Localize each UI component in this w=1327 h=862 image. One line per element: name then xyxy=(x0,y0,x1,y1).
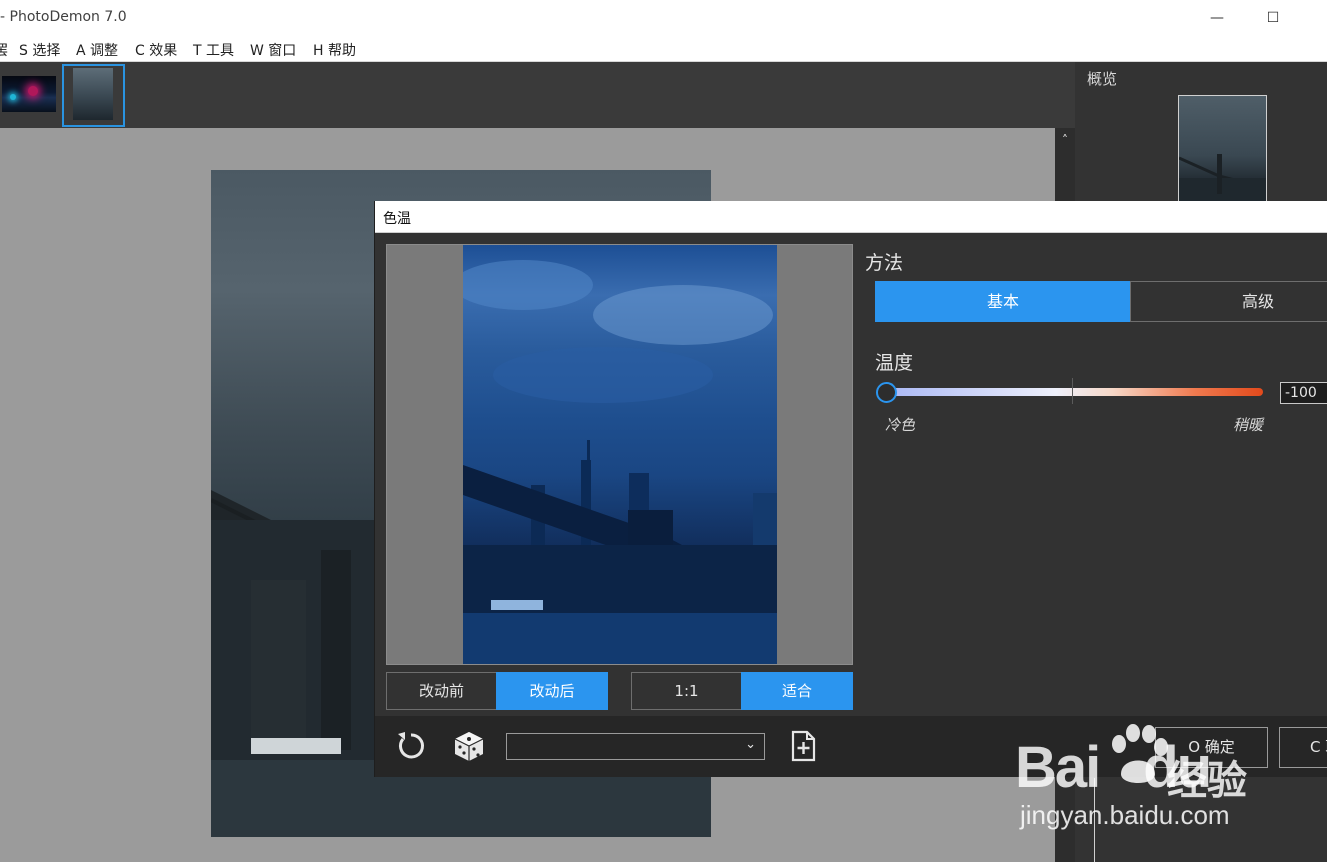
before-button[interactable]: 改动前 xyxy=(386,672,497,710)
color-temperature-dialog: 色温 改动前 改动后 1:1 适合 方法 基本 高级 温度 -100 冷色 稍暖… xyxy=(374,201,1327,777)
zoom-1-1-button[interactable]: 1:1 xyxy=(631,672,742,710)
rotate-reset-icon[interactable] xyxy=(393,728,429,764)
menu-adjust[interactable]: A 调整 xyxy=(76,40,118,60)
baidu-watermark: Bai du 经验 jingyan.baidu.com xyxy=(1015,722,1285,832)
menu-tools[interactable]: T 工具 xyxy=(193,40,234,60)
overview-thumbnail[interactable] xyxy=(1178,95,1267,205)
slider-min-hint: 冷色 xyxy=(885,416,916,434)
add-file-icon[interactable] xyxy=(785,728,821,764)
method-advanced-tab[interactable]: 高级 xyxy=(1130,281,1327,322)
temperature-slider-track[interactable] xyxy=(886,388,1263,396)
temperature-value-input[interactable]: -100 xyxy=(1280,382,1327,404)
method-basic-tab[interactable]: 基本 xyxy=(875,281,1131,322)
cancel-button[interactable]: C 取消 xyxy=(1279,727,1327,768)
active-tab-preview xyxy=(73,68,113,120)
image-tab-thumbnail[interactable] xyxy=(2,76,56,112)
preset-dropdown[interactable]: ⌄ xyxy=(506,733,765,760)
chevron-down-icon: ⌄ xyxy=(745,737,756,752)
menu-select[interactable]: S 选择 xyxy=(19,40,60,60)
dialog-title-bar: 色温 xyxy=(375,201,1327,233)
image-tab-strip xyxy=(0,62,1075,128)
scroll-up-icon[interactable]: ˄ xyxy=(1055,130,1075,150)
zoom-fit-button[interactable]: 适合 xyxy=(741,672,853,710)
title-bar: - PhotoDemon 7.0 — ☐ xyxy=(0,0,1327,36)
menu-window[interactable]: W 窗口 xyxy=(250,40,296,60)
slider-max-hint: 稍暖 xyxy=(1233,416,1264,434)
menu-effects[interactable]: C 效果 xyxy=(135,40,177,60)
menu-file[interactable]: 罢 xyxy=(0,40,8,60)
temperature-slider-knob[interactable] xyxy=(875,382,897,403)
maximize-button[interactable]: ☐ xyxy=(1260,5,1286,31)
dice-icon[interactable] xyxy=(451,728,487,764)
overview-label: 概览 xyxy=(1087,70,1118,88)
window-title: - PhotoDemon 7.0 xyxy=(0,9,127,25)
method-label: 方法 xyxy=(865,252,904,274)
slider-center-mark xyxy=(1072,378,1073,404)
paw-icon xyxy=(1112,724,1168,783)
after-button[interactable]: 改动后 xyxy=(496,672,608,710)
dialog-title: 色温 xyxy=(383,211,411,227)
menu-bar: 罢 S 选择 A 调整 C 效果 T 工具 W 窗口 H 帮助 xyxy=(0,36,1327,62)
watermark-brand-cn: 经验 xyxy=(1167,758,1247,804)
menu-help[interactable]: H 帮助 xyxy=(313,40,356,60)
watermark-url: jingyan.baidu.com xyxy=(1020,800,1230,830)
temperature-label: 温度 xyxy=(875,352,914,374)
preview-image[interactable] xyxy=(463,245,777,664)
minimize-button[interactable]: — xyxy=(1204,5,1230,31)
preview-panel xyxy=(386,244,853,665)
